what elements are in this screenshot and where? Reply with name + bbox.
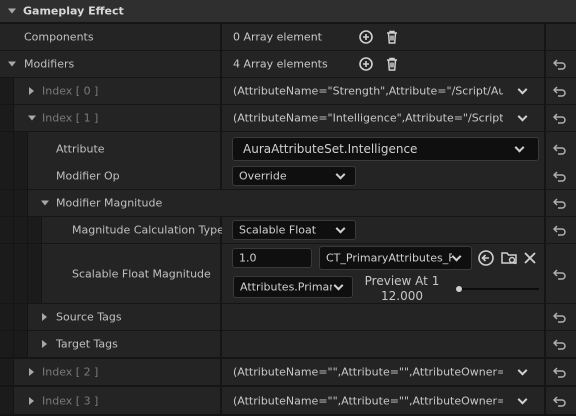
reset-to-default-icon[interactable]	[553, 197, 567, 209]
chevron-down-icon[interactable]	[335, 169, 346, 180]
preview-value: 12.000	[381, 289, 423, 303]
row-index-1[interactable]: Index [ 1 ] (AttributeName="Intelligence…	[0, 105, 576, 131]
chevron-down-icon[interactable]	[333, 280, 344, 291]
scalable-float-value: 1.0	[239, 251, 257, 265]
collapse-arrow-icon[interactable]	[8, 8, 16, 14]
row-target-tags[interactable]: Target Tags	[0, 331, 576, 357]
reset-to-default-icon[interactable]	[553, 170, 567, 182]
preview-at-label: Preview At 1	[364, 274, 440, 288]
expand-arrow-icon[interactable]	[29, 396, 34, 405]
index-0-label: Index [ 0 ]	[42, 84, 99, 98]
row-attribute: Attribute AuraAttributeSet.Intelligence	[0, 132, 576, 166]
target-tags-label: Target Tags	[56, 337, 118, 351]
reset-to-default-icon[interactable]	[553, 143, 567, 155]
reset-to-default-icon[interactable]	[553, 58, 567, 70]
row-source-tags[interactable]: Source Tags	[0, 304, 576, 330]
chevron-down-icon[interactable]	[514, 142, 525, 153]
reset-to-default-icon[interactable]	[553, 311, 567, 323]
index-3-label: Index [ 3 ]	[42, 394, 99, 407]
expand-arrow-icon[interactable]	[42, 340, 47, 348]
modifiers-value: 4 Array elements	[233, 57, 328, 71]
chevron-down-icon[interactable]	[517, 84, 528, 95]
attribute-dropdown[interactable]: AuraAttributeSet.Intelligence	[232, 137, 539, 161]
curve-table-value: CT_PrimaryAttributes_F	[326, 251, 452, 265]
reset-to-default-icon[interactable]	[553, 366, 567, 378]
section-header-gameplay-effect[interactable]: Gameplay Effect	[0, 0, 576, 22]
row-index-0[interactable]: Index [ 0 ] (AttributeName="Strength",At…	[0, 78, 576, 104]
chevron-down-icon[interactable]	[517, 365, 528, 376]
modifier-op-dropdown[interactable]: Override	[232, 166, 356, 186]
collapse-arrow-icon[interactable]	[8, 61, 16, 67]
index-2-label: Index [ 2 ]	[42, 365, 99, 379]
add-icon[interactable]	[358, 29, 374, 45]
row-modifier-magnitude[interactable]: Modifier Magnitude	[0, 190, 576, 216]
trash-icon[interactable]	[384, 56, 400, 72]
preview-slider-handle[interactable]	[456, 286, 462, 292]
row-name-dropdown[interactable]: Attributes.Primar	[233, 276, 353, 298]
modifiers-label: Modifiers	[24, 57, 75, 71]
row-modifiers[interactable]: Modifiers 4 Array elements	[0, 51, 576, 77]
row-magnitude-calculation-type: Magnitude Calculation Type Scalable Floa…	[0, 217, 576, 243]
index-2-value: (AttributeName="",Attribute="",Attribute…	[233, 365, 503, 379]
components-value: 0 Array element	[233, 30, 322, 44]
chevron-down-icon[interactable]	[335, 223, 346, 234]
attribute-value: AuraAttributeSet.Intelligence	[243, 142, 418, 156]
reset-to-default-icon[interactable]	[553, 395, 567, 407]
index-1-label: Index [ 1 ]	[42, 111, 99, 125]
index-3-value: (AttributeName="",Attribute="",Attribute…	[233, 394, 503, 407]
chevron-down-icon[interactable]	[451, 251, 462, 262]
collapse-arrow-icon[interactable]	[41, 200, 49, 206]
expand-arrow-icon[interactable]	[42, 313, 47, 321]
row-index-3[interactable]: Index [ 3 ] (AttributeName="",Attribute=…	[0, 387, 576, 414]
reset-to-default-icon[interactable]	[553, 268, 567, 280]
index-1-value: (AttributeName="Intelligence",Attribute=…	[233, 111, 503, 125]
chevron-down-icon[interactable]	[517, 111, 528, 122]
close-icon[interactable]	[523, 251, 537, 265]
trash-icon[interactable]	[384, 29, 400, 45]
collapse-arrow-icon[interactable]	[28, 115, 36, 121]
modifier-op-label: Modifier Op	[56, 169, 120, 183]
scalable-float-value-input[interactable]: 1.0	[232, 248, 312, 268]
expand-arrow-icon[interactable]	[29, 368, 34, 376]
use-selected-icon[interactable]	[477, 249, 495, 267]
row-components: Components 0 Array element	[0, 24, 576, 50]
calc-type-dropdown[interactable]: Scalable Float	[232, 220, 356, 240]
row-scalable-float-magnitude: Scalable Float Magnitude 1.0 CT_PrimaryA…	[0, 244, 576, 303]
modifier-magnitude-label: Modifier Magnitude	[56, 196, 163, 210]
index-0-value: (AttributeName="Strength",Attribute="/Sc…	[233, 84, 503, 98]
source-tags-label: Source Tags	[56, 310, 122, 324]
calc-type-label: Magnitude Calculation Type	[72, 223, 224, 237]
modifier-op-value: Override	[239, 169, 287, 183]
components-label: Components	[24, 30, 94, 44]
expand-arrow-icon[interactable]	[29, 87, 34, 95]
browse-icon[interactable]	[500, 249, 518, 267]
scalable-float-label: Scalable Float Magnitude	[72, 267, 211, 280]
calc-type-value: Scalable Float	[239, 223, 317, 237]
preview-slider-track[interactable]	[456, 288, 539, 290]
reset-to-default-icon[interactable]	[553, 112, 567, 124]
add-icon[interactable]	[358, 56, 374, 72]
reset-to-default-icon[interactable]	[553, 85, 567, 97]
attribute-label: Attribute	[56, 142, 105, 156]
reset-to-default-icon[interactable]	[553, 224, 567, 236]
row-index-2[interactable]: Index [ 2 ] (AttributeName="",Attribute=…	[0, 359, 576, 385]
row-modifier-op: Modifier Op Override	[0, 163, 576, 189]
reset-to-default-icon[interactable]	[553, 338, 567, 350]
row-name-value: Attributes.Primar	[240, 280, 332, 294]
curve-table-dropdown[interactable]: CT_PrimaryAttributes_F	[319, 246, 472, 270]
chevron-down-icon[interactable]	[517, 394, 528, 405]
section-title: Gameplay Effect	[23, 4, 124, 18]
